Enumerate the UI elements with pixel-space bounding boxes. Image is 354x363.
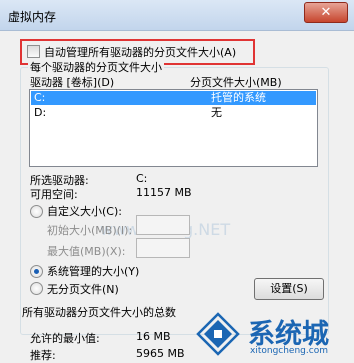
title-bar: 虚拟内存 ✕ — [0, 0, 354, 31]
drive-row-c[interactable]: C: 托管的系统 — [31, 91, 316, 105]
close-button[interactable]: ✕ — [304, 2, 348, 23]
brand-domain: xitongcheng.com — [250, 346, 328, 356]
max-size-label: 最大值(MB)(X): — [47, 245, 126, 258]
drive-list[interactable]: C: 托管的系统 D: 无 — [29, 89, 318, 167]
close-icon: ✕ — [320, 5, 332, 20]
totals-caption: 所有驱动器分页文件大小的总数 — [22, 306, 176, 319]
custom-size-radio[interactable] — [30, 205, 43, 218]
system-managed-label: 系统管理的大小(Y) — [47, 265, 140, 278]
window-title: 虚拟内存 — [8, 10, 57, 24]
per-drive-caption: 每个驱动器的分页文件大小 — [28, 59, 164, 75]
no-paging-radio[interactable] — [30, 282, 43, 295]
column-header-drive[interactable]: 驱动器 [卷标](D) — [30, 74, 114, 90]
initial-size-input[interactable] — [136, 215, 190, 235]
drive-size: 托管的系统 — [211, 91, 266, 104]
free-space-label: 可用空间: — [30, 188, 78, 201]
selected-drive-value: C: — [136, 172, 148, 185]
no-paging-label: 无分页文件(N) — [47, 283, 119, 296]
custom-size-label: 自定义大小(C): — [47, 205, 122, 218]
drive-letter: D: — [34, 106, 47, 119]
recommended-label: 推荐: — [30, 349, 56, 362]
set-button[interactable]: 设置(S) — [254, 278, 324, 300]
auto-manage-checkbox[interactable] — [27, 45, 40, 58]
system-managed-radio[interactable] — [30, 265, 43, 278]
site-watermark: 系统城 xitongcheng.com — [196, 312, 348, 358]
auto-manage-label: 自动管理所有驱动器的分页文件大小(A) — [44, 46, 237, 59]
drive-letter: C: — [34, 91, 46, 104]
recommended-value: 5965 MB — [136, 347, 185, 360]
free-space-value: 11157 MB — [136, 186, 192, 199]
drive-size: 无 — [211, 106, 222, 119]
min-allowed-value: 16 MB — [136, 330, 171, 343]
drive-row-d[interactable]: D: 无 — [31, 106, 316, 120]
max-size-input[interactable] — [136, 238, 190, 258]
initial-size-label: 初始大小(MB)(I): — [47, 224, 133, 237]
column-header-size[interactable]: 分页文件大小(MB) — [190, 74, 282, 90]
brand-logo-icon — [196, 312, 240, 356]
min-allowed-label: 允许的最小值: — [30, 332, 100, 345]
